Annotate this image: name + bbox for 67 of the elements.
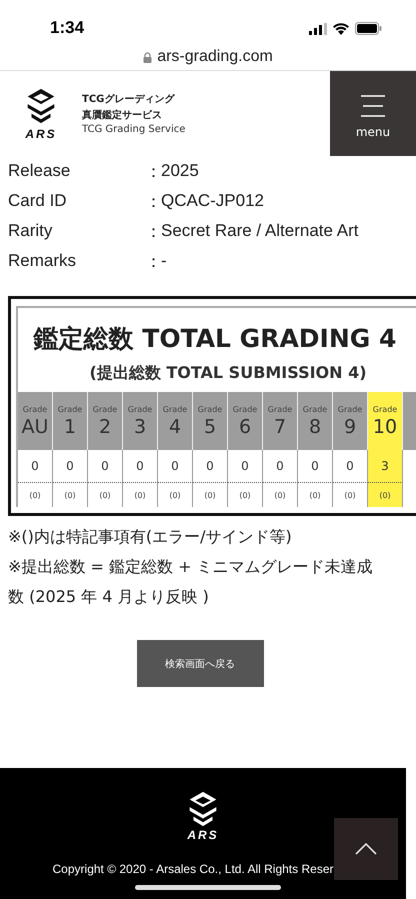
grade-value: AU — [22, 416, 48, 438]
grade-caption: Grade — [338, 404, 362, 414]
detail-value: Secret Rare / Alternate Art — [161, 221, 360, 241]
detail-value: - — [161, 251, 168, 271]
detail-label: Card ID — [8, 191, 68, 211]
grade-value: 10 — [372, 416, 398, 438]
scroll-top-button[interactable] — [334, 818, 398, 880]
special-count: (0) — [158, 482, 193, 507]
special-count: (0) — [123, 482, 158, 507]
detail-label: Remarks — [8, 251, 78, 271]
detail-separator: ： — [145, 160, 161, 182]
special-count: (0) — [263, 482, 298, 507]
status-time: 1:34 — [50, 18, 84, 39]
special-count: (0) — [53, 482, 88, 507]
grade-count: 3 — [368, 450, 403, 482]
special-count: (0) — [228, 482, 263, 507]
brand-tagline: TCG Grading Service — [82, 124, 186, 135]
grade-value: 4 — [168, 416, 182, 438]
detail-value: 2025 — [161, 161, 200, 181]
footnote: ※提出総数 = 鑑定総数 + ミニマムグレード未達成数 (2025 年 4 月より反映 ) — [8, 556, 374, 608]
special-count: (0) — [368, 482, 403, 507]
menu-icon — [360, 94, 386, 116]
special-count: (0) — [88, 482, 123, 507]
grade-caption: Grade — [198, 404, 222, 414]
grade-value: 6 — [238, 416, 252, 438]
special-count: (0) — [18, 482, 53, 507]
detail-separator: ： — [145, 220, 161, 242]
lock-icon — [143, 52, 152, 62]
grade-caption: Grade — [128, 404, 152, 414]
back-to-search-button[interactable]: 検索画面へ戻る — [136, 640, 264, 687]
grading-title: 鑑定総数 TOTAL GRADING 4 — [32, 323, 398, 355]
grade-value: 5 — [204, 416, 216, 438]
grade-value: 1 — [64, 416, 76, 438]
copyright-text: Copyright © 2020 - Arsales Co., Ltd. All Rights Reser — [52, 862, 334, 876]
grade-value: 7 — [274, 416, 286, 438]
grading-subtitle: (提出総数 TOTAL SUBMISSION 4) — [88, 363, 368, 384]
logo-text: ARS — [25, 126, 57, 140]
brand-name: 真贋鑑定サービス — [82, 108, 163, 122]
grade-value: 9 — [344, 416, 356, 438]
brand-name: TCGグレーディング — [82, 93, 176, 106]
detail-label: Rarity — [8, 221, 54, 241]
special-count: (0) — [333, 482, 368, 507]
battery-icon — [355, 22, 382, 35]
grade-caption: Grade — [268, 404, 292, 414]
detail-label: Release — [8, 161, 72, 181]
grade-caption: Grade — [22, 404, 48, 414]
footer-logo-text: ARS — [187, 828, 219, 842]
detail-separator: ： — [145, 250, 161, 272]
grade-caption: Grade — [232, 404, 258, 414]
detail-separator: ： — [145, 190, 161, 212]
signal-icon — [309, 22, 327, 34]
chevron-up-icon — [355, 843, 377, 855]
menu-button[interactable]: menu — [330, 71, 416, 156]
detail-value: QCAC-JP012 — [161, 191, 265, 211]
special-count: (0) — [193, 482, 228, 507]
wifi-icon — [333, 22, 349, 34]
special-count: (0) — [298, 482, 333, 507]
grade-caption: Grade — [58, 404, 82, 414]
url-text[interactable]: ars-grading.com — [157, 48, 273, 66]
grade-caption: Grade — [302, 404, 328, 414]
grade-caption: Grade — [372, 404, 398, 414]
grade-caption: Grade — [92, 404, 118, 414]
grade-value: 2 — [98, 416, 112, 438]
footnote: ※()内は特記事項有(エラー/サインド等) — [8, 526, 293, 548]
grade-value: 3 — [134, 416, 146, 438]
grade-value: 8 — [308, 416, 322, 438]
grade-caption: Grade — [162, 404, 188, 414]
